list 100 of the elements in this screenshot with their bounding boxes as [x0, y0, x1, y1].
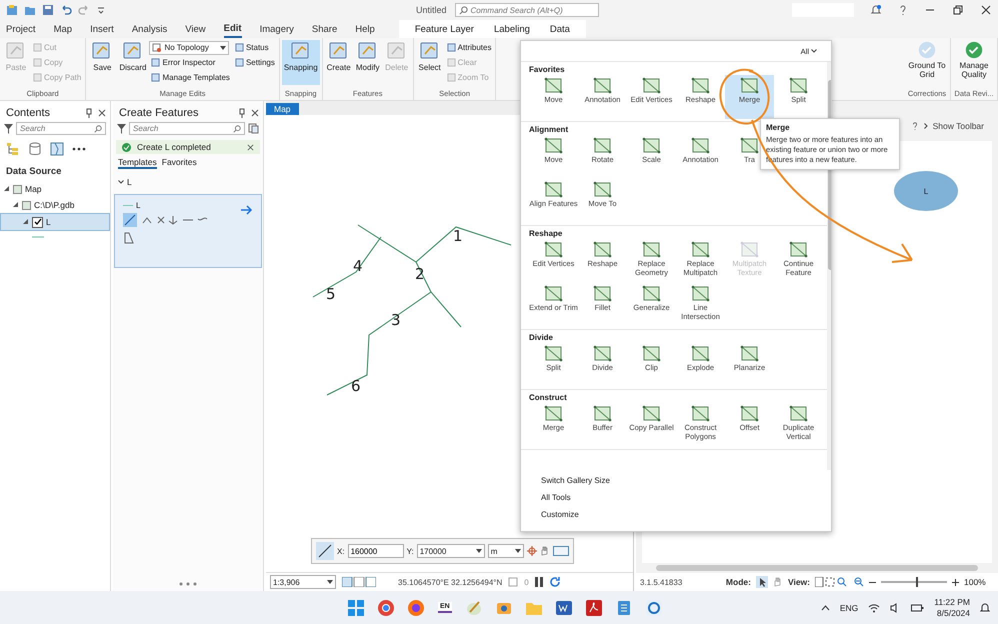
arrow-right-icon[interactable]	[241, 205, 253, 215]
zoom-out-icon[interactable]	[854, 577, 864, 587]
ribbon-tab[interactable]: Map	[54, 22, 72, 36]
panel-tab[interactable]: Favorites	[162, 157, 197, 169]
checkbox[interactable]	[32, 216, 43, 228]
more-icon[interactable]	[72, 147, 86, 151]
wifi-icon[interactable]	[868, 602, 880, 612]
x-field[interactable]: 160000	[348, 544, 404, 558]
ribbon-button[interactable]: Snapping	[282, 40, 320, 85]
template-card[interactable]: L	[114, 194, 262, 268]
pdf-icon[interactable]	[586, 600, 602, 616]
menu-item[interactable]: All Tools	[541, 493, 571, 502]
filter-icon[interactable]	[117, 124, 126, 134]
time-text[interactable]: 11:22 PM	[934, 596, 970, 608]
ribbon-tab[interactable]: Insert	[90, 22, 114, 36]
target-icon[interactable]	[526, 546, 537, 556]
ribbon-button[interactable]: Status	[232, 40, 277, 55]
bell-icon[interactable]	[980, 602, 990, 613]
coordinates-readout[interactable]: 35.1064570°E 32.1256494°N	[398, 578, 502, 586]
ribbon-button[interactable]: Settings	[232, 55, 277, 70]
filter-icon[interactable]	[4, 124, 13, 134]
browser-icon[interactable]	[378, 600, 394, 616]
save-icon[interactable]	[42, 4, 54, 16]
close-icon[interactable]	[247, 144, 254, 150]
ribbon-button[interactable]: Create	[324, 40, 353, 85]
scale-dropdown[interactable]: 1:3,906	[270, 575, 336, 589]
list-tree-icon[interactable]	[6, 142, 20, 156]
hand-icon[interactable]	[772, 577, 783, 587]
ribbon-tab[interactable]: Analysis	[132, 22, 168, 36]
ribbon-button[interactable]: Manage Templates	[149, 70, 232, 85]
templates-icon[interactable]	[248, 123, 259, 134]
ribbon-button[interactable]: Save	[88, 40, 116, 85]
map-tab[interactable]: Map	[266, 103, 299, 115]
topology-dropdown[interactable]: No Topology	[149, 40, 230, 54]
ribbon-button[interactable]: Discard	[117, 40, 148, 85]
pin-icon[interactable]	[85, 108, 93, 118]
line-tool-icon[interactable]	[316, 542, 334, 560]
ribbon-tab[interactable]: Help	[355, 22, 375, 36]
menu-item[interactable]: Customize	[541, 510, 579, 519]
folder-icon[interactable]	[24, 4, 36, 16]
new-project-icon[interactable]	[6, 4, 18, 16]
zoom-slider-thumb[interactable]	[916, 577, 918, 587]
chevron-up-icon[interactable]	[820, 604, 830, 610]
search-field[interactable]: Search	[129, 122, 245, 135]
globe-app-icon[interactable]	[646, 600, 662, 616]
pin-icon[interactable]	[238, 108, 246, 118]
search-field[interactable]: Search	[16, 122, 106, 135]
tree-item[interactable]: C:\D\P.gdb	[0, 197, 110, 213]
ribbon-tab[interactable]: Share	[312, 22, 338, 36]
chevron-down-icon[interactable]	[811, 49, 817, 53]
xy-icon[interactable]	[552, 546, 569, 556]
ribbon-button[interactable]: Attributes	[444, 40, 494, 55]
close-icon[interactable]	[251, 109, 259, 117]
refresh-icon[interactable]	[548, 576, 561, 588]
expander-icon[interactable]	[4, 186, 10, 192]
ellipse-element[interactable]: L	[894, 171, 958, 211]
y-field[interactable]: 170000	[416, 544, 485, 558]
ribbon-button[interactable]: Manage Quality	[953, 40, 995, 85]
horizontal-scrollbar[interactable]	[656, 565, 978, 571]
pause-icon[interactable]	[534, 577, 543, 587]
battery-icon[interactable]	[911, 602, 924, 612]
restore-icon[interactable]	[952, 4, 964, 16]
chevron-down-icon[interactable]	[118, 180, 124, 184]
tree-item[interactable]: Map	[0, 181, 110, 197]
help-icon[interactable]	[898, 4, 908, 16]
plus-icon[interactable]	[952, 578, 959, 586]
zoom-in-icon[interactable]	[815, 577, 849, 587]
ribbon-button[interactable]: Modify	[354, 40, 382, 85]
undo-icon[interactable]	[60, 4, 72, 16]
browser-icon[interactable]	[408, 600, 424, 616]
expander-icon[interactable]	[23, 219, 29, 225]
menu-item[interactable]: Switch Gallery Size	[541, 476, 610, 485]
date-text[interactable]: 8/5/2024	[936, 608, 970, 618]
ribbon-tab[interactable]: Labeling	[494, 24, 530, 34]
ribbon-tab[interactable]: Project	[6, 22, 36, 36]
bell-icon[interactable]	[870, 4, 882, 16]
ribbon-tab[interactable]: Feature Layer	[414, 24, 474, 34]
ribbon-button[interactable]: Select	[416, 40, 444, 85]
zoom-percent[interactable]: 100%	[964, 577, 994, 587]
layer-icon[interactable]	[50, 142, 64, 156]
word-icon[interactable]	[556, 600, 572, 616]
command-search-field[interactable]: Command Search (Alt+Q)	[454, 3, 599, 17]
pointer-icon[interactable]	[756, 576, 768, 588]
expander-icon[interactable]	[13, 202, 19, 208]
notepad-icon[interactable]	[616, 600, 632, 616]
unit-dropdown[interactable]: m	[488, 544, 524, 558]
ribbon-button[interactable]: Ground To Grid	[906, 40, 948, 85]
tree-item[interactable]: L	[0, 213, 110, 231]
paint-icon[interactable]	[466, 600, 482, 616]
hand-icon[interactable]	[540, 546, 550, 556]
chevron-right-icon[interactable]	[924, 123, 928, 129]
close-icon[interactable]	[98, 109, 106, 117]
ribbon-tab[interactable]: Imagery	[260, 22, 294, 36]
help-icon[interactable]	[910, 121, 919, 131]
language-indicator[interactable]: ENG	[840, 602, 858, 612]
grid-icon[interactable]	[342, 577, 376, 587]
ribbon-button[interactable]: Error Inspector	[149, 55, 232, 70]
start-icon[interactable]	[348, 600, 364, 616]
panel-tab[interactable]: Templates	[118, 157, 157, 169]
ribbon-tab[interactable]: Data	[550, 24, 570, 34]
